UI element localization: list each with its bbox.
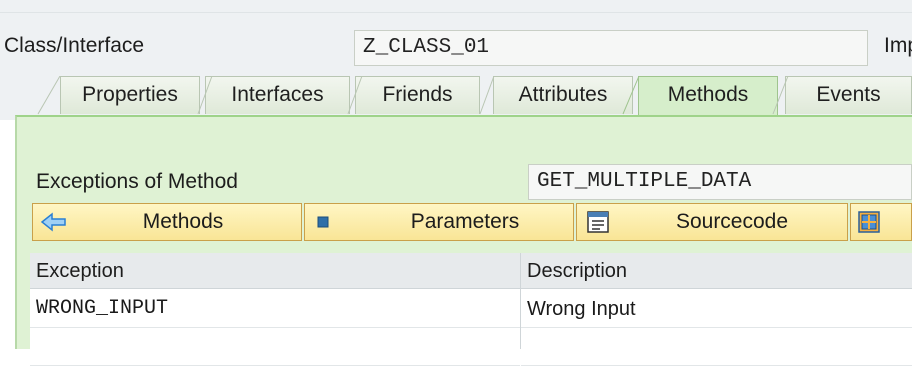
exceptions-table: Exception Description WRONG_INPUT Wrong …: [30, 253, 912, 366]
column-header-exception[interactable]: Exception: [30, 253, 520, 289]
column-header-description[interactable]: Description: [521, 253, 912, 289]
column-divider: [520, 253, 521, 349]
sourcecode-button-label: Sourcecode: [675, 210, 789, 233]
grid-button[interactable]: [850, 203, 912, 241]
methods-back-button[interactable]: Methods: [32, 203, 302, 241]
methods-button-label: Methods: [142, 210, 224, 233]
square-icon: [313, 204, 333, 240]
table-row-empty[interactable]: [521, 328, 912, 366]
table-row-empty[interactable]: [30, 328, 520, 366]
exceptions-of-method-label: Exceptions of Method: [36, 170, 238, 193]
table-cell-description[interactable]: Wrong Input: [521, 290, 912, 328]
class-interface-field[interactable]: Z_CLASS_01: [354, 30, 868, 66]
parameters-button[interactable]: Parameters: [304, 203, 574, 241]
tab-slants: [37, 76, 789, 115]
source-code-icon: [583, 204, 613, 240]
parameters-button-label: Parameters: [410, 210, 520, 233]
class-interface-label: Class/Interface: [4, 34, 145, 57]
divider: [0, 12, 912, 13]
grid-icon: [855, 204, 883, 240]
implementation-label: Imple: [884, 34, 912, 57]
back-arrow-icon: [39, 204, 69, 240]
sourcecode-button[interactable]: Sourcecode: [576, 203, 848, 241]
method-name-field[interactable]: GET_MULTIPLE_DATA: [528, 164, 912, 200]
table-cell-exception[interactable]: WRONG_INPUT: [30, 290, 520, 328]
